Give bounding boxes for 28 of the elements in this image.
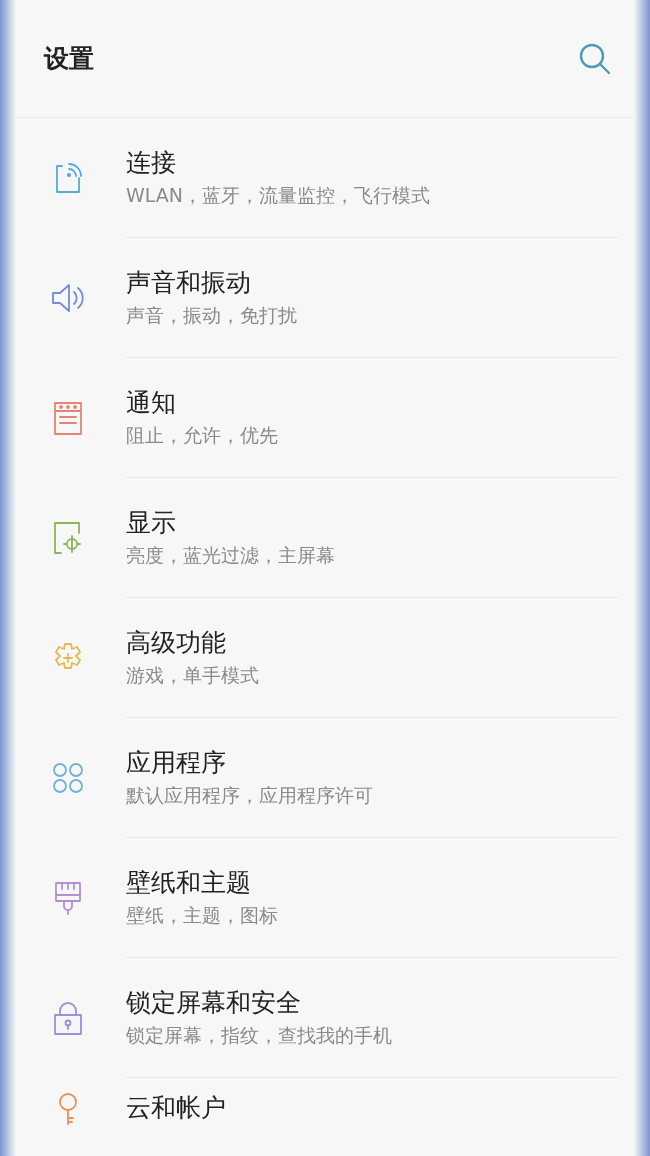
item-subtitle: 锁定屏幕，指纹，查找我的手机 [126, 1024, 393, 1047]
item-subtitle: WLAN，蓝牙，流量监控，飞行模式 [126, 184, 432, 207]
settings-item[interactable]: 云和帐户 [16, 1078, 634, 1138]
item-subtitle: 亮度，蓝光过滤，主屏幕 [126, 544, 336, 567]
settings-item[interactable]: 声音和振动 声音，振动，免打扰 [16, 238, 634, 358]
item-title: 高级功能 [126, 628, 227, 659]
item-title: 连接 [126, 148, 177, 179]
item-title: 壁纸和主题 [126, 868, 252, 899]
settings-item[interactable]: 通知 阻止，允许，优先 [16, 358, 634, 478]
settings-item[interactable]: 锁定屏幕和安全 锁定屏幕，指纹，查找我的手机 [16, 958, 634, 1078]
item-subtitle: 声音，振动，免打扰 [126, 304, 298, 327]
page-title: 设置 [44, 42, 94, 75]
item-title: 锁定屏幕和安全 [126, 988, 302, 1019]
settings-item[interactable]: 壁纸和主题 壁纸，主题，图标 [16, 838, 634, 958]
item-subtitle: 游戏，单手模式 [126, 664, 260, 687]
settings-item[interactable]: 高级功能 游戏，单手模式 [16, 598, 634, 718]
item-subtitle: 壁纸，主题，图标 [126, 904, 279, 927]
settings-item[interactable]: 应用程序 默认应用程序，应用程序许可 [16, 718, 634, 838]
item-title: 应用程序 [126, 748, 227, 779]
settings-item[interactable]: 显示 亮度，蓝光过滤，主屏幕 [16, 478, 634, 598]
item-title: 声音和振动 [126, 268, 252, 299]
search-icon[interactable] [578, 41, 612, 76]
item-subtitle: 阻止，允许，优先 [126, 424, 279, 447]
settings-item[interactable]: 连接 WLAN，蓝牙，流量监控，飞行模式 [16, 118, 634, 238]
item-title: 通知 [126, 388, 177, 419]
item-subtitle: 默认应用程序，应用程序许可 [126, 784, 374, 807]
item-title: 显示 [126, 508, 177, 539]
item-title: 云和帐户 [126, 1093, 227, 1123]
